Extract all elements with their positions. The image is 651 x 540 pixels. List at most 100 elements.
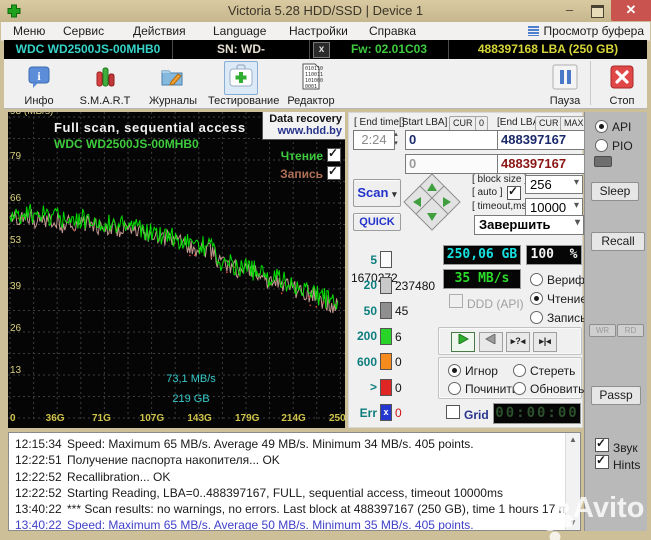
- api-radio-row[interactable]: API: [595, 118, 631, 136]
- log-time: 13:40:22: [15, 502, 62, 517]
- auto-checkbox[interactable]: ✓: [507, 184, 521, 200]
- log-panel[interactable]: 12:15:34 Speed: Maximum 65 MB/s. Average …: [8, 432, 581, 531]
- repair-radio-row[interactable]: Починить: [448, 380, 518, 398]
- stat-count: 237480: [395, 278, 436, 293]
- menu-actions[interactable]: Действия: [133, 24, 186, 38]
- x-tick-label: 214G: [281, 413, 306, 424]
- stat-threshold-label: 50: [363, 303, 377, 318]
- read-radio: [530, 292, 543, 305]
- device-info-bar: WDC WD2500JS-00MHB0 SN: WD-WCANK7867303 …: [4, 40, 647, 75]
- log-message: *** Scan results: no warnings, no errors…: [67, 502, 581, 517]
- buffer-view-button[interactable]: Просмотр буфера: [528, 24, 644, 38]
- hints-checkbox-row[interactable]: ✓ Hints: [595, 453, 640, 474]
- read-checkbox[interactable]: ✓: [327, 146, 341, 162]
- rd-button[interactable]: RD: [617, 324, 644, 337]
- quick-button[interactable]: QUICK: [353, 213, 401, 231]
- log-message: Получение паспорта накопителя... OK: [67, 453, 280, 468]
- grid-label: Grid: [464, 408, 489, 422]
- menu-settings[interactable]: Настройки: [289, 24, 348, 38]
- stat-threshold-label: 20: [363, 278, 377, 293]
- stat-row: 51670272: [351, 251, 441, 285]
- menu-help[interactable]: Справка: [369, 24, 416, 38]
- write-radio: [530, 311, 543, 324]
- end-time-spin-buttons[interactable]: ▴ ▾: [391, 130, 401, 148]
- stat-threshold-label: 600: [356, 354, 377, 369]
- log-line: 12:22:51 Получение паспорта накопителя...…: [9, 452, 580, 468]
- pio-radio-row[interactable]: PIO: [595, 137, 633, 155]
- minimize-button[interactable]: –: [556, 0, 583, 21]
- play-icon: [458, 333, 470, 345]
- x-tick-label: 36G: [45, 413, 65, 424]
- logs-tab-button[interactable]: Журналы: [140, 61, 206, 107]
- stop-button[interactable]: Стоп: [589, 61, 651, 107]
- start-lba-input[interactable]: 0: [405, 130, 501, 150]
- passp-button[interactable]: Passp: [591, 386, 641, 405]
- end-lba-secondary[interactable]: 488397167: [497, 154, 587, 174]
- scroll-up-icon[interactable]: ▲: [566, 433, 580, 447]
- write-radio-row[interactable]: Запись: [530, 309, 586, 327]
- verify-radio-row[interactable]: Вериф.: [530, 271, 588, 289]
- scan-button[interactable]: Scan ▾: [353, 179, 401, 207]
- stat-color-block: [380, 353, 392, 371]
- pio-radio: [595, 139, 608, 152]
- editor-tab-button[interactable]: 010110 110011 101000 0001 Редактор: [278, 61, 344, 107]
- play-button[interactable]: [451, 332, 475, 352]
- ddd-checkbox[interactable]: [449, 294, 463, 308]
- list-icon: [528, 26, 540, 36]
- svg-text:0001: 0001: [305, 84, 317, 90]
- log-line: 13:40:22 Speed: Maximum 65 MB/s. Average …: [9, 517, 580, 530]
- recall-button[interactable]: Recall: [591, 232, 645, 251]
- wr-button[interactable]: WR: [589, 324, 616, 337]
- pause-icon: [552, 64, 578, 90]
- stat-row: 50 45: [351, 302, 441, 322]
- menu-service[interactable]: Сервис: [63, 24, 104, 38]
- y-tick-label: 39: [10, 280, 22, 292]
- erase-radio-row[interactable]: Стереть: [513, 362, 575, 380]
- legend-write: Запись ✓: [280, 164, 341, 181]
- block-size-label: [ block size ]: [472, 174, 528, 185]
- ignore-radio-row[interactable]: Игнор: [448, 362, 498, 380]
- ddd-api-checkbox-row[interactable]: DDD (API): [449, 294, 524, 313]
- log-time: 12:22:52: [15, 485, 62, 500]
- check-icon: ✓: [328, 164, 339, 178]
- dpad-control[interactable]: [403, 173, 461, 231]
- check-icon: ✓: [328, 146, 339, 160]
- ignore-label: Игнор: [465, 364, 498, 378]
- info-tab-button[interactable]: i Инфо: [6, 61, 72, 107]
- step-button[interactable]: ▸|◂: [533, 332, 557, 352]
- menu-language[interactable]: Language: [213, 24, 266, 38]
- maximize-button[interactable]: [584, 0, 610, 21]
- title-bar: Victoria 5.28 HDD/SSD | Device 1 – ✕: [0, 0, 651, 22]
- read-radio-row[interactable]: Чтение: [530, 290, 587, 308]
- seek-error-button[interactable]: ▸?◂: [506, 332, 530, 352]
- end-lba-cur-button[interactable]: CUR: [535, 116, 563, 131]
- info-x-button[interactable]: x: [313, 42, 330, 58]
- repair-radio: [448, 382, 461, 395]
- grid-checkbox-row[interactable]: Grid: [446, 405, 489, 424]
- start-lba-zero-button[interactable]: 0: [475, 116, 489, 131]
- scroll-down-icon[interactable]: ▼: [566, 516, 580, 530]
- repair-label: Починить: [465, 382, 519, 396]
- sleep-button[interactable]: Sleep: [591, 182, 639, 201]
- smart-tab-button[interactable]: S.M.A.R.T: [72, 61, 138, 107]
- action-select[interactable]: Завершить ▾: [474, 215, 584, 235]
- end-time-spinner[interactable]: 2:24: [353, 130, 395, 150]
- back-button[interactable]: [479, 332, 503, 352]
- menu-main[interactable]: Меню: [13, 24, 45, 38]
- scan-speed-graph[interactable]: Full scan, sequential access WDC WD2500J…: [8, 112, 345, 428]
- close-button[interactable]: ✕: [611, 0, 651, 21]
- start-lba-cur-button[interactable]: CUR: [449, 116, 477, 131]
- log-scrollbar[interactable]: ▲ ▼: [565, 433, 580, 530]
- check-icon: ✓: [596, 436, 607, 450]
- block-size-select[interactable]: 256 ▾: [525, 175, 583, 194]
- grid-checkbox[interactable]: [446, 405, 460, 419]
- buffer-view-label: Просмотр буфера: [543, 24, 644, 38]
- pio-label: PIO: [612, 139, 633, 153]
- start-lba-secondary[interactable]: 0: [405, 154, 501, 174]
- check-icon: ✓: [596, 453, 607, 467]
- refresh-radio-row[interactable]: Обновить: [513, 380, 584, 398]
- end-lba-input[interactable]: 488397167: [497, 130, 587, 150]
- write-checkbox[interactable]: ✓: [327, 164, 341, 180]
- test-tab-button[interactable]: Тестирование: [208, 61, 279, 107]
- erase-radio: [513, 364, 526, 377]
